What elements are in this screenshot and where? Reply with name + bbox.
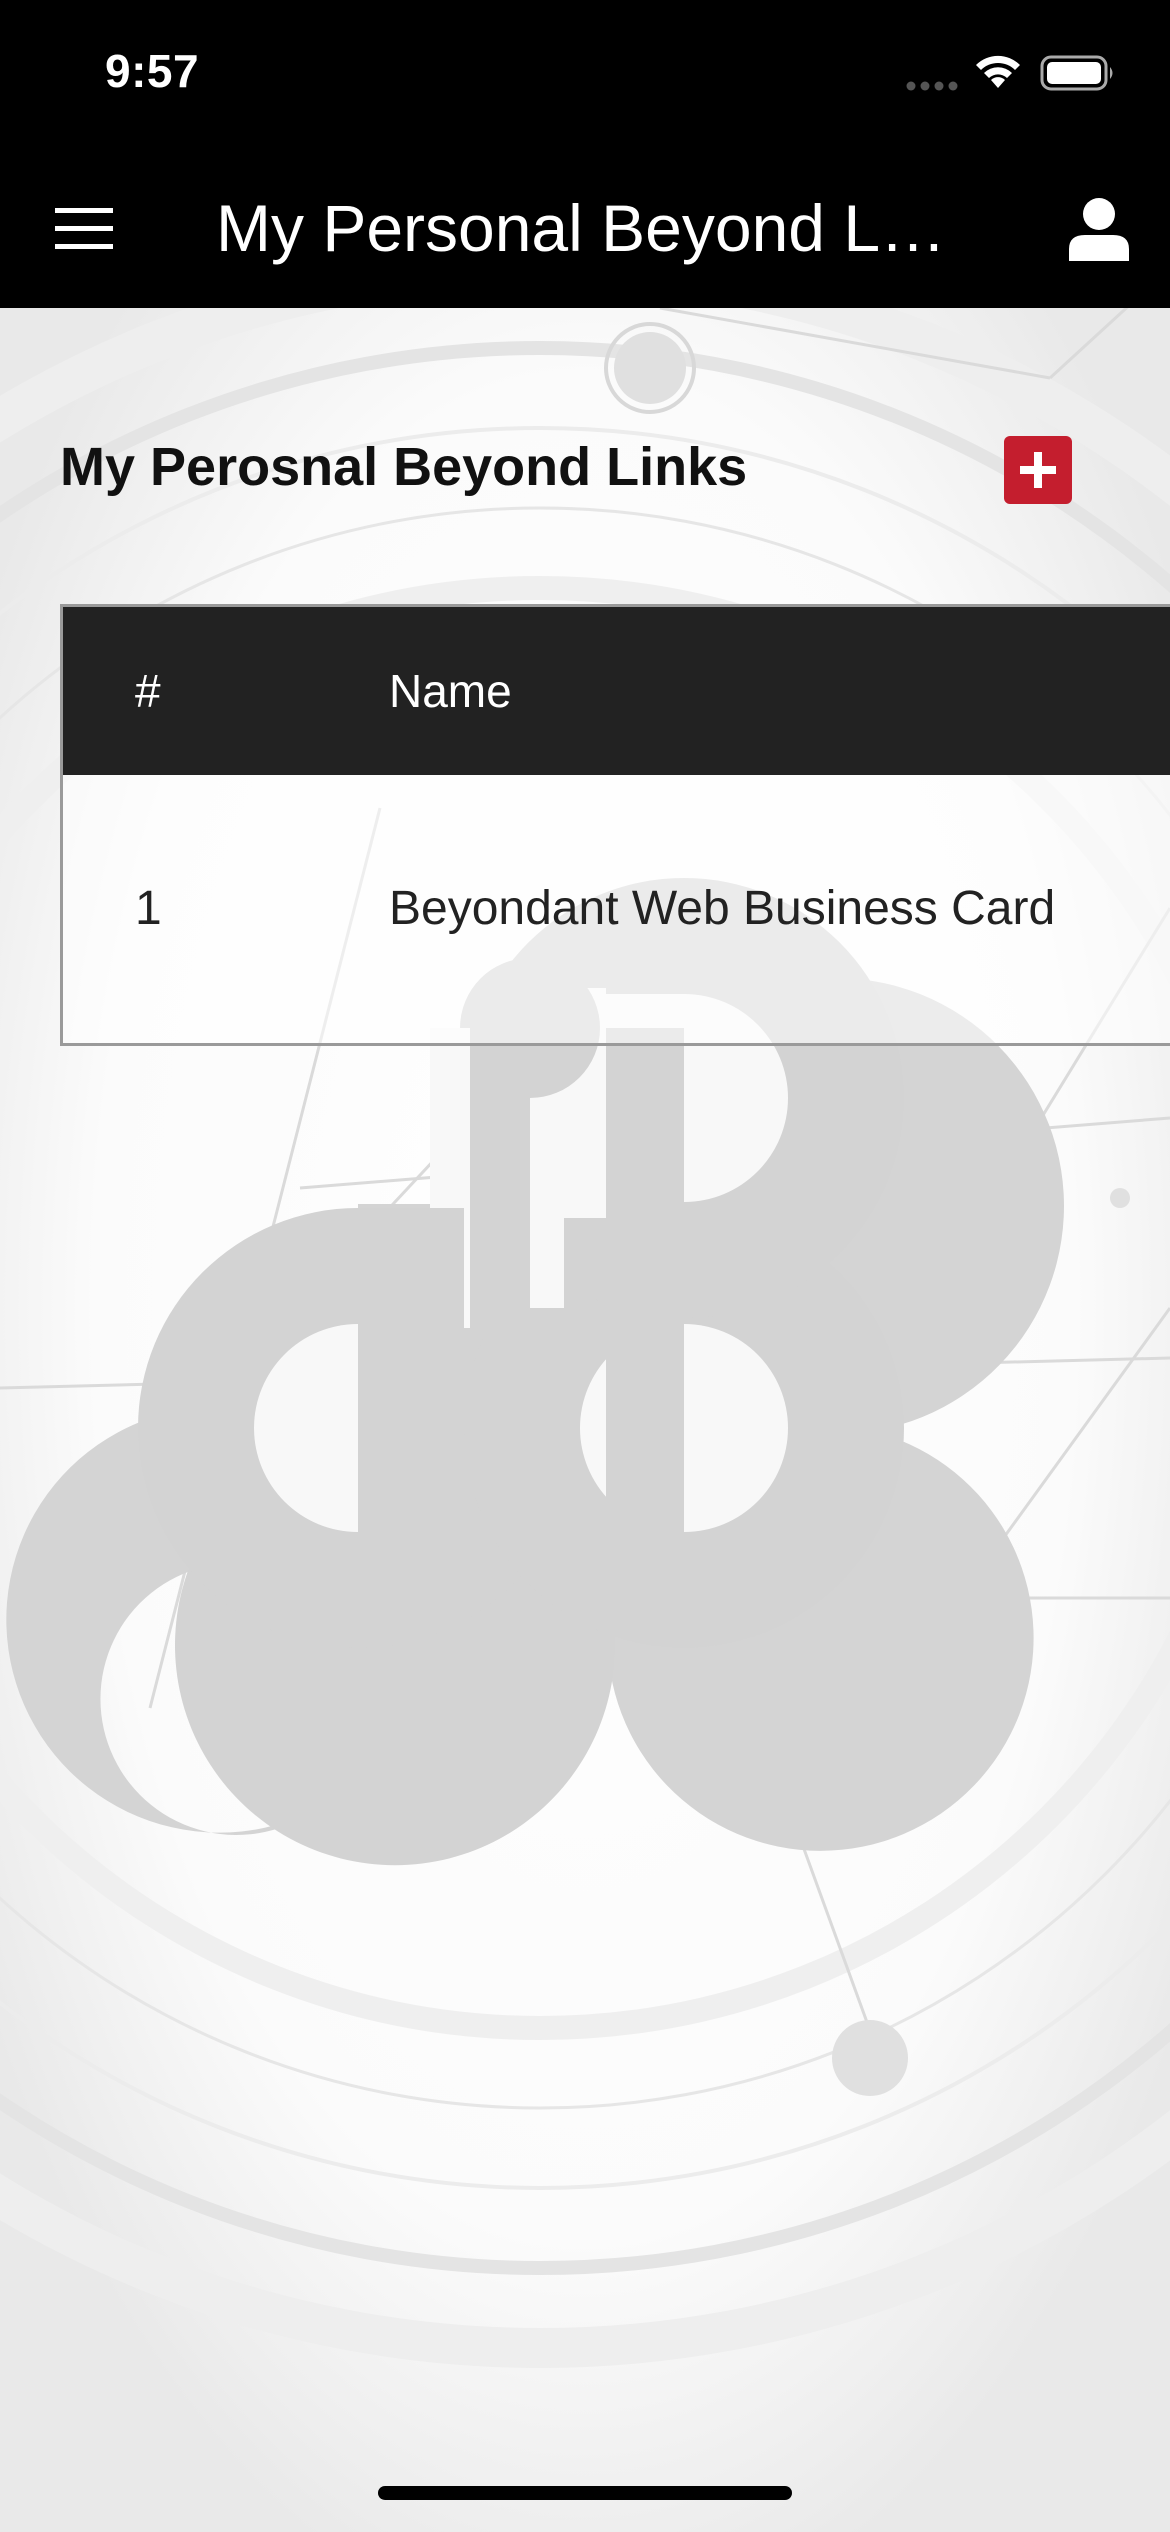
page-title: My Personal Beyond Links [216, 191, 956, 265]
app-header: My Personal Beyond Links [0, 150, 1170, 308]
user-profile-icon [1069, 198, 1129, 261]
profile-button[interactable] [1058, 188, 1140, 270]
links-table: # Name 1 Beyondant Web Business Card [60, 604, 1170, 1046]
column-header-name[interactable]: Name [389, 607, 512, 775]
status-time: 9:57 [105, 45, 200, 97]
cellular-signal-icon [906, 81, 958, 91]
content-area: My Perosnal Beyond Links # Name 1 Beyond… [0, 308, 1170, 2532]
home-indicator[interactable] [378, 2486, 792, 2500]
row-name-link[interactable]: Beyondant Web Business Card [389, 775, 1055, 1043]
wifi-icon [976, 55, 1020, 88]
plus-icon [1020, 452, 1056, 488]
table-row[interactable]: 1 Beyondant Web Business Card [63, 775, 1170, 1043]
add-link-button[interactable] [1004, 436, 1072, 504]
table-header: # Name [63, 607, 1170, 775]
hamburger-menu-icon [55, 208, 113, 249]
column-header-index: # [135, 665, 161, 717]
section-title: My Perosnal Beyond Links [60, 437, 748, 497]
row-index: 1 [135, 882, 162, 935]
battery-icon [1040, 55, 1113, 91]
status-bar: 9:57 [0, 0, 1170, 150]
menu-button[interactable] [46, 194, 122, 264]
